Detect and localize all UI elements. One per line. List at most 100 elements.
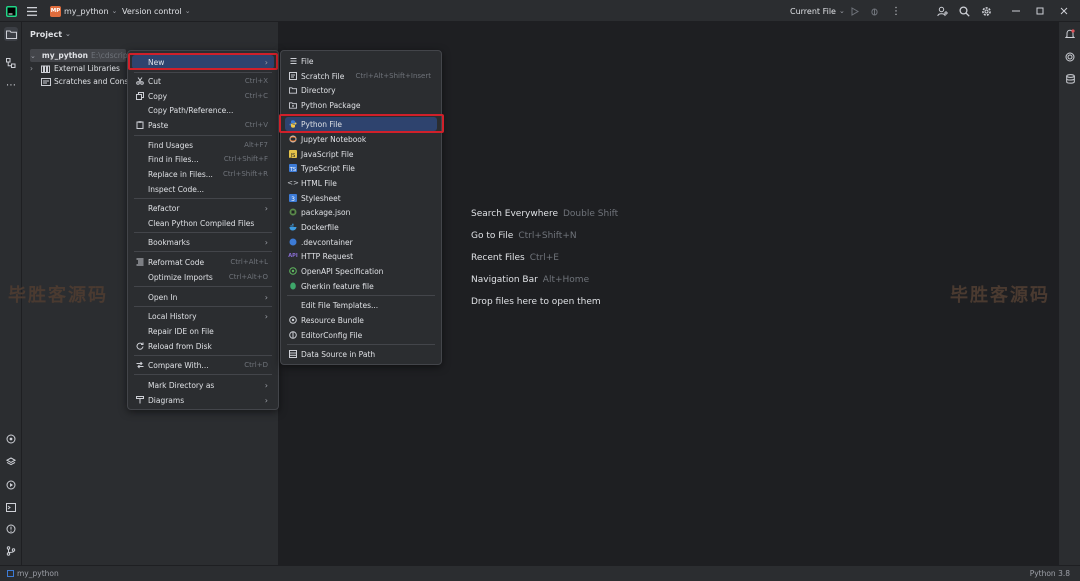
menu-item-clean-compiled[interactable]: Clean Python Compiled Files <box>132 216 274 230</box>
menu-item-repair-ide[interactable]: Repair IDE on File <box>132 324 274 338</box>
devcontainer-icon <box>289 238 297 246</box>
submenu-item-file[interactable]: File <box>285 54 437 68</box>
pycharm-logo-icon[interactable] <box>6 0 17 22</box>
problems-icon[interactable] <box>4 522 18 536</box>
menu-item-bookmarks[interactable]: Bookmarks › <box>132 235 274 249</box>
project-tool-folder-icon[interactable] <box>4 27 18 41</box>
project-panel-header[interactable]: Project ⌄ <box>30 30 71 39</box>
project-panel-title: Project <box>30 30 63 39</box>
interpreter-selector[interactable]: Python 3.8 <box>1030 569 1070 578</box>
menu-item-refactor[interactable]: Refactor › <box>132 201 274 215</box>
copy-icon <box>136 92 144 100</box>
svg-text:3: 3 <box>291 196 295 202</box>
submenu-item-edit-file-templates[interactable]: Edit File Templates... <box>285 298 437 312</box>
close-window-icon[interactable] <box>1060 0 1068 22</box>
submenu-item-resource-bundle[interactable]: Resource Bundle <box>285 313 437 327</box>
tree-item-path: E:\cdscrip <box>91 51 128 60</box>
submenu-item-gherkin[interactable]: Gherkin feature file <box>285 279 437 293</box>
html-icon: <> <box>287 179 299 187</box>
menu-item-optimize-imports[interactable]: Optimize Imports Ctrl+Alt+O <box>132 270 274 284</box>
project-selector[interactable]: MP my_python ⌄ <box>50 0 117 22</box>
svg-text:TS: TS <box>289 167 296 172</box>
more-actions-icon[interactable]: ⋮ <box>891 0 901 22</box>
submenu-item-data-source[interactable]: Data Source in Path <box>285 347 437 361</box>
chevron-right-icon: › <box>264 292 268 302</box>
submenu-item-jupyter-notebook[interactable]: Jupyter Notebook <box>285 132 437 146</box>
package-icon <box>289 101 297 109</box>
tree-item-external-libraries[interactable]: › External Libraries <box>30 62 120 75</box>
status-breadcrumb[interactable]: my_python <box>7 569 59 578</box>
menu-item-diagrams[interactable]: Diagrams › <box>132 393 274 407</box>
tree-item-label: External Libraries <box>54 64 120 73</box>
http-icon: API <box>288 253 298 259</box>
menu-item-local-history[interactable]: Local History › <box>132 309 274 323</box>
submenu-item-dockerfile[interactable]: Dockerfile <box>285 220 437 234</box>
cut-icon <box>136 77 144 85</box>
menu-item-compare-with[interactable]: Compare With... Ctrl+D <box>132 358 274 372</box>
menu-item-copy[interactable]: Copy Ctrl+C <box>132 89 274 103</box>
menu-item-new[interactable]: New › <box>132 55 274 69</box>
scratch-file-icon <box>289 72 297 80</box>
search-icon[interactable] <box>959 0 970 22</box>
services-icon[interactable] <box>4 478 18 492</box>
submenu-item-directory[interactable]: Directory <box>285 83 437 97</box>
submenu-item-html-file[interactable]: <> HTML File <box>285 176 437 190</box>
database-icon[interactable] <box>1063 72 1077 86</box>
menu-item-replace-in-files[interactable]: Replace in Files... Ctrl+Shift+R <box>132 167 274 181</box>
add-user-icon[interactable] <box>937 0 948 22</box>
hint-recent-files: Recent Files Ctrl+E <box>471 253 559 263</box>
git-branch-icon[interactable] <box>4 544 18 558</box>
terminal-icon[interactable] <box>4 500 18 514</box>
folder-icon <box>7 570 14 577</box>
minimize-icon[interactable] <box>1012 0 1020 22</box>
submenu-item-editorconfig[interactable]: EditorConfig File <box>285 328 437 342</box>
submenu-item-python-file[interactable]: Python File <box>285 117 437 131</box>
menu-item-find-usages[interactable]: Find Usages Alt+F7 <box>132 138 274 152</box>
chevron-down-icon: ⌄ <box>30 52 36 60</box>
debug-icon[interactable] <box>870 0 879 22</box>
watermark-left: 毕胜客源码 <box>8 285 108 306</box>
structure-icon[interactable] <box>4 56 18 70</box>
tree-item-my-python[interactable]: ⌄ my_python E:\cdscrip <box>30 49 128 62</box>
ai-assistant-icon[interactable] <box>1063 50 1077 64</box>
submenu-item-package-json[interactable]: package.json <box>285 205 437 219</box>
run-configuration-selector[interactable]: Current File ⌄ <box>790 0 845 22</box>
restore-window-icon[interactable] <box>1036 0 1044 22</box>
menu-item-cut[interactable]: Cut Ctrl+X <box>132 74 274 88</box>
diagram-icon <box>136 396 144 404</box>
version-control-label: Version control <box>122 6 182 16</box>
menu-item-reload-from-disk[interactable]: Reload from Disk <box>132 339 274 353</box>
menu-item-inspect-code[interactable]: Inspect Code... <box>132 182 274 196</box>
submenu-item-javascript-file[interactable]: JS JavaScript File <box>285 147 437 161</box>
title-bar: MP my_python ⌄ Version control ⌄ Current… <box>0 0 1080 22</box>
javascript-icon: JS <box>289 150 297 158</box>
submenu-item-openapi[interactable]: OpenAPI Specification <box>285 264 437 278</box>
project-name: my_python <box>64 6 109 16</box>
gherkin-icon <box>289 282 297 290</box>
submenu-item-devcontainer[interactable]: .devcontainer <box>285 235 437 249</box>
settings-gear-icon[interactable] <box>981 0 992 22</box>
main-menu-icon[interactable] <box>27 0 37 22</box>
submenu-item-python-package[interactable]: Python Package <box>285 98 437 112</box>
menu-item-reformat-code[interactable]: Reformat Code Ctrl+Alt+L <box>132 255 274 269</box>
submenu-item-typescript-file[interactable]: TS TypeScript File <box>285 161 437 175</box>
run-icon[interactable] <box>851 0 859 22</box>
folder-icon <box>289 86 297 94</box>
python-packages-icon[interactable] <box>4 432 18 446</box>
docker-icon <box>289 223 297 231</box>
version-control-menu[interactable]: Version control ⌄ <box>122 0 191 22</box>
menu-item-mark-directory[interactable]: Mark Directory as › <box>132 378 274 392</box>
submenu-item-scratch-file[interactable]: Scratch File Ctrl+Alt+Shift+Insert <box>285 69 437 83</box>
menu-item-find-in-files[interactable]: Find in Files... Ctrl+Shift+F <box>132 152 274 166</box>
menu-item-copy-path[interactable]: Copy Path/Reference... <box>132 103 274 117</box>
submenu-item-http-request[interactable]: API HTTP Request <box>285 249 437 263</box>
menu-item-paste[interactable]: Paste Ctrl+V <box>132 118 274 132</box>
submenu-item-stylesheet[interactable]: 3 Stylesheet <box>285 191 437 205</box>
menu-item-open-in[interactable]: Open In › <box>132 290 274 304</box>
layers-icon[interactable] <box>4 455 18 469</box>
jupyter-icon <box>289 135 297 143</box>
more-tools-icon[interactable]: ⋯ <box>4 78 18 92</box>
notifications-bell-icon[interactable] <box>1063 27 1077 41</box>
openapi-icon <box>289 267 297 275</box>
watermark-right: 毕胜客源码 <box>950 285 1050 306</box>
